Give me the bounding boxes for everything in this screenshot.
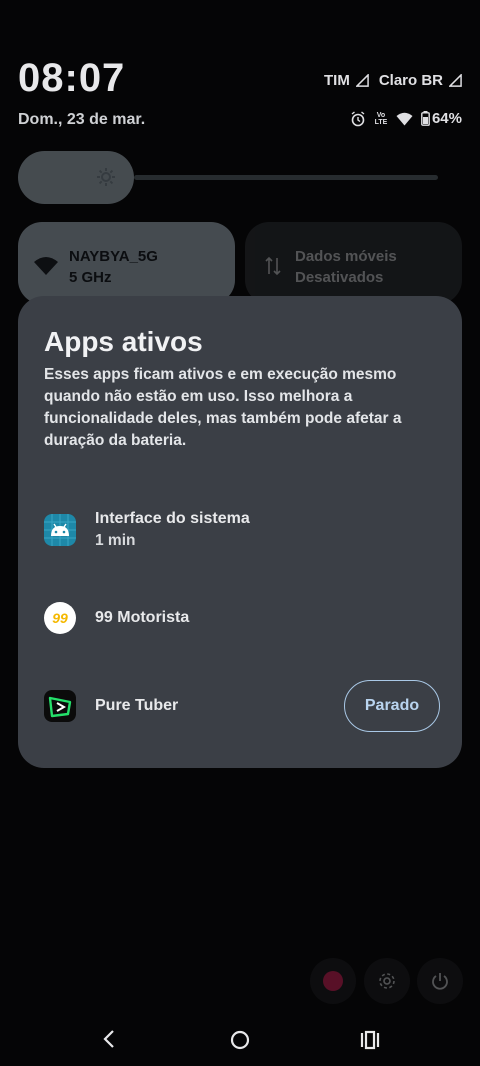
android-icon [44, 514, 76, 546]
brightness-slider[interactable] [18, 151, 134, 204]
signal-icon [355, 74, 369, 87]
recents-icon [360, 1030, 380, 1050]
dialog-title: Apps ativos [44, 326, 203, 357]
gear-icon [379, 973, 395, 989]
dialog-description: Esses apps ficam ativos e em execução me… [44, 366, 402, 449]
app-duration: 1 min [95, 532, 136, 549]
active-apps-dialog: Apps ativos Esses apps ficam ativos e em… [18, 296, 462, 768]
pure-tuber-icon [44, 690, 76, 722]
wifi-status-icon [396, 112, 413, 125]
battery-icon [421, 111, 430, 126]
mobile-data-state: Desativados [295, 269, 384, 286]
status-icons: Vo LTE 64% [350, 110, 462, 127]
recents-button[interactable] [359, 1029, 381, 1051]
settings-button[interactable] [364, 958, 410, 1004]
list-item-pure-tuber[interactable]: Pure Tuber Parado [44, 680, 440, 732]
volte-icon: Vo LTE [374, 111, 388, 126]
clock[interactable]: 08:07 [18, 56, 125, 101]
mobile-data-tile[interactable]: Dados móveis Desativados [245, 222, 462, 304]
carrier-claro: Claro BR [378, 72, 443, 89]
home-icon [230, 1030, 250, 1050]
battery-percent: 64% [431, 110, 462, 127]
date[interactable]: Dom., 23 de mar. [18, 111, 145, 129]
app-name: Pure Tuber [95, 697, 179, 714]
back-button[interactable] [98, 1028, 120, 1050]
power-icon [432, 973, 448, 990]
mobile-data-icon [265, 256, 281, 276]
stop-button[interactable]: Parado [344, 680, 440, 732]
carrier-info: TIM Claro BR [324, 72, 462, 89]
user-avatar-icon [323, 971, 343, 991]
app-name: Interface do sistema [95, 510, 250, 527]
wifi-ssid: NAYBYA_5G [69, 248, 158, 265]
carrier-tim: TIM [323, 72, 350, 89]
power-button[interactable] [417, 958, 463, 1004]
list-item-99-motorista[interactable]: 99 99 Motorista [44, 602, 440, 634]
brightness-icon [97, 168, 115, 186]
back-icon [103, 1030, 114, 1048]
wifi-icon [34, 257, 58, 275]
alarm-icon [351, 110, 365, 126]
app-name: 99 Motorista [95, 609, 190, 626]
mobile-data-label: Dados móveis [295, 248, 397, 265]
99-logo-icon: 99 [44, 602, 76, 634]
brightness-track[interactable] [134, 175, 438, 180]
list-item-interface-do-sistema[interactable]: Interface do sistema 1 min [44, 508, 440, 552]
signal-icon [449, 74, 462, 87]
wifi-tile[interactable]: NAYBYA_5G 5 GHz [18, 222, 235, 304]
user-button[interactable] [310, 958, 356, 1004]
wifi-band: 5 GHz [69, 269, 112, 286]
home-button[interactable] [229, 1029, 251, 1051]
